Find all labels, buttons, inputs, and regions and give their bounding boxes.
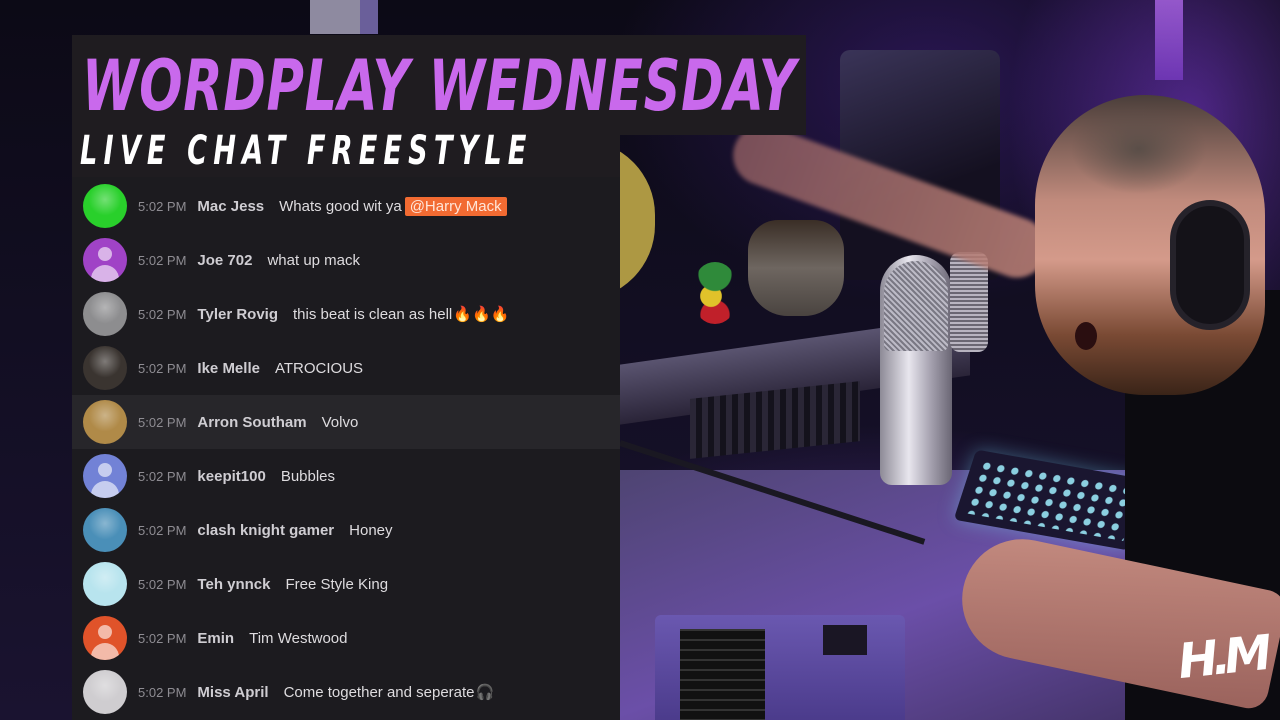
message-text: Tim Westwood [249,629,348,647]
message-timestamp: 5:02 PM [138,360,187,376]
condenser-microphone [880,255,952,485]
avatar-default-person-icon[interactable] [83,616,127,660]
avatar-default-person-icon[interactable] [83,238,127,282]
message-timestamp: 5:02 PM [138,252,187,268]
chat-message-content: 5:02 PM Joe 702 what up mack [138,252,360,269]
message-timestamp: 5:02 PM [138,522,187,538]
message-text: this beat is clean as hell [293,306,453,323]
purple-light-strip [1155,0,1183,80]
chat-message-content: 5:02 PM clash knight gamer Honey [138,522,393,539]
message-author[interactable]: Teh ynnck [197,576,270,593]
message-text: Come together and seperate [283,684,475,701]
headphones-emoji-icon: 🎧 [475,684,495,701]
message-author[interactable]: keepit100 [197,468,265,485]
message-timestamp: 5:02 PM [138,414,187,430]
chat-message[interactable]: 5:02 PM Teh ynnck Free Style King [72,557,620,611]
chat-message-content: 5:02 PM Arron Southam Volvo [138,414,358,431]
ceiling-bracket [310,0,378,34]
chat-message-content: 5:02 PM Tyler Rovig this beat is clean as … [138,305,509,323]
avatar-photo-bw-woman-icon[interactable] [83,670,127,714]
message-author[interactable]: Arron Southam [197,414,306,431]
chat-message-content: 5:02 PM Mac Jess Whats good wit ya @Harry M… [138,196,507,216]
chat-message-content: 5:02 PM Emin Tim Westwood [138,630,347,647]
chat-message[interactable]: 5:02 PM Emin Tim Westwood [72,611,620,665]
chat-message-content: 5:02 PM Miss April Come together and seper… [138,683,494,701]
message-author[interactable]: Tyler Rovig [197,306,278,323]
message-author[interactable]: Mac Jess [197,198,264,215]
message-timestamp: 5:02 PM [138,630,187,646]
headphones [1170,200,1250,330]
chat-message[interactable]: 5:02 PM Miss April Come together and seper… [72,665,620,719]
avatar-photo-portrait-icon[interactable] [83,346,127,390]
message-author[interactable]: Emin [197,630,234,647]
avatar-default-person-icon[interactable] [83,454,127,498]
avatar-photo-cartoon-face-icon[interactable] [83,184,127,228]
message-author[interactable]: clash knight gamer [197,522,334,539]
message-text: Free Style King [285,575,389,593]
ceramic-jar [748,220,844,316]
message-text: Whats good wit ya [279,197,402,215]
person-mouth [1075,322,1097,350]
message-timestamp: 5:02 PM [138,307,187,322]
avatar-photo-game-character-icon[interactable] [83,508,127,552]
fire-emoji-icon: 🔥🔥🔥 [453,306,510,323]
message-text: Bubbles [280,467,336,485]
chat-message[interactable]: 5:02 PM Ike Melle ATROCIOUS [72,341,620,395]
message-timestamp: 5:02 PM [138,685,187,700]
laptop [655,615,905,720]
juggling-balls [695,262,735,324]
message-author[interactable]: Joe 702 [197,252,252,269]
message-author[interactable]: Miss April [197,684,268,701]
video-title: WORDPLAY WEDNESDAY [82,45,797,127]
avatar-photo-beach-icon[interactable] [83,562,127,606]
chat-message[interactable]: 5:02 PM Arron Southam Volvo [72,395,620,449]
message-author[interactable]: Ike Melle [197,360,260,377]
chat-message-content: 5:02 PM Ike Melle ATROCIOUS [138,360,363,377]
chat-message[interactable]: 5:02 PM clash knight gamer Honey [72,503,620,557]
message-timestamp: 5:02 PM [138,198,187,214]
message-text: what up mack [267,251,361,269]
chat-message[interactable]: 5:02 PM Joe 702 what up mack [72,233,620,287]
message-timestamp: 5:02 PM [138,468,187,484]
chat-message[interactable]: 5:02 PM keepit100 Bubbles [72,449,620,503]
chat-message-content: 5:02 PM Teh ynnck Free Style King [138,576,388,593]
chat-message[interactable]: 5:02 PM Mac Jess Whats good wit ya @Harry M… [72,179,620,233]
avatar-photo-field-icon[interactable] [83,400,127,444]
message-text: Honey [349,521,393,539]
avatar-photo-bw-icon[interactable] [83,292,127,336]
message-text: ATROCIOUS [274,359,364,377]
live-chat-panel: 5:02 PM Mac Jess Whats good wit ya @Harry M… [72,177,620,720]
user-mention-chip[interactable]: @Harry Mack [404,196,507,216]
message-text: Volvo [321,413,359,431]
chat-message[interactable]: 5:02 PM Tyler Rovig this beat is clean as … [72,287,620,341]
message-timestamp: 5:02 PM [138,576,187,592]
video-subtitle: LIVE CHAT FREESTYLE [80,128,533,174]
hm-logo-watermark: H.M [1175,625,1269,691]
chat-message-content: 5:02 PM keepit100 Bubbles [138,468,335,485]
